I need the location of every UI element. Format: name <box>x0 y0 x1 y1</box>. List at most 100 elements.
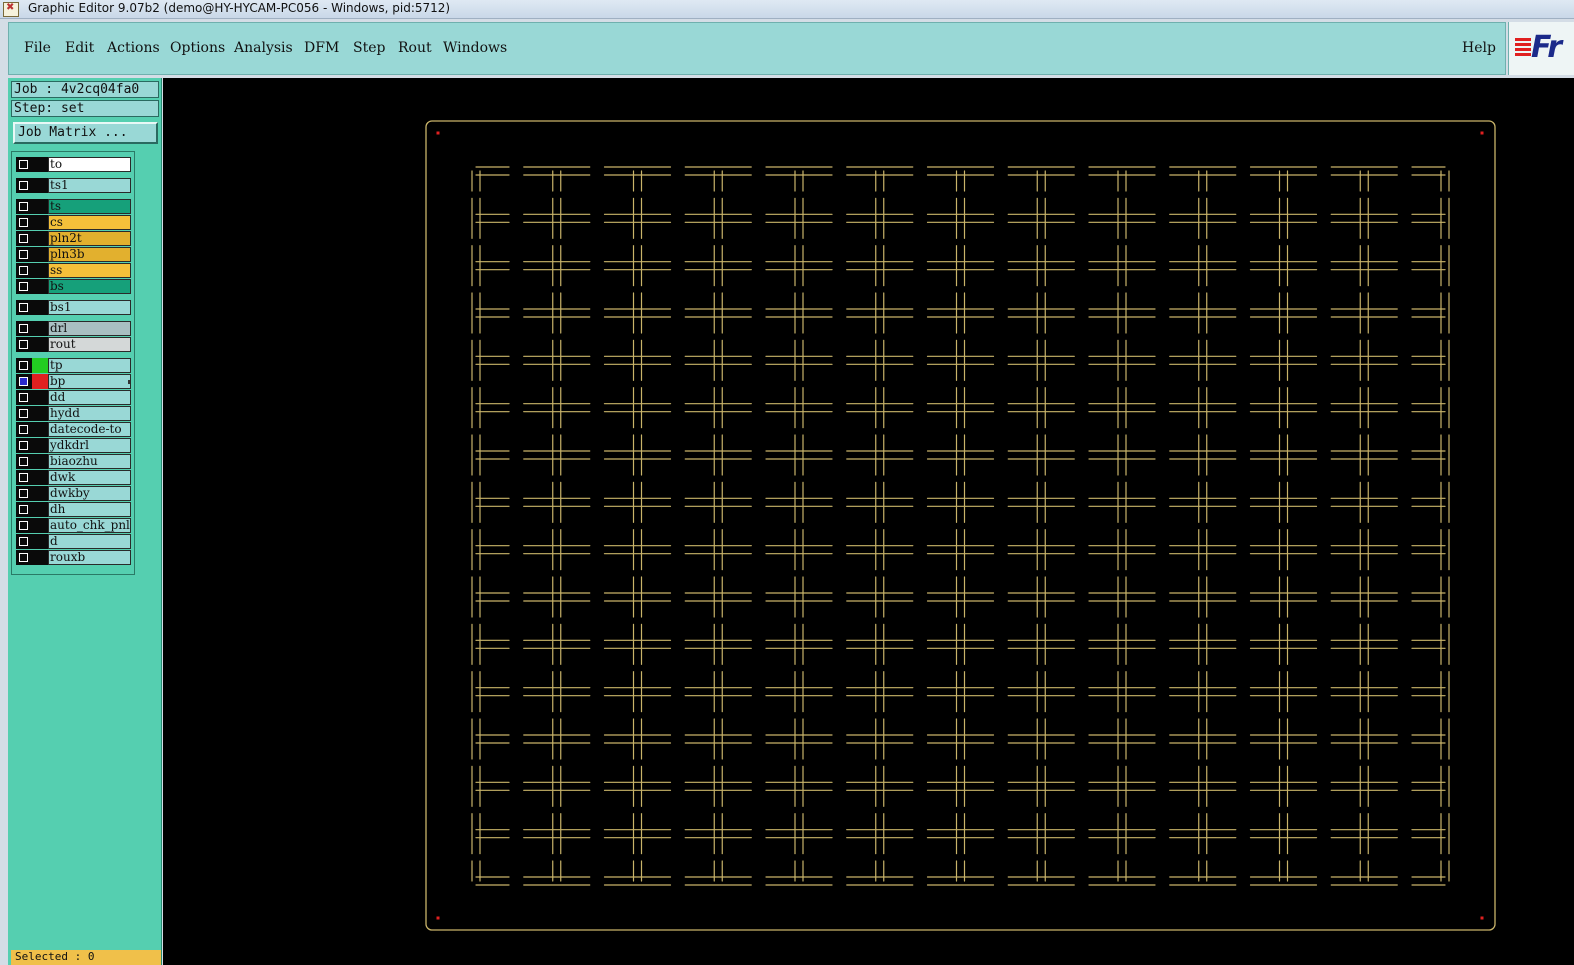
layer-color-swatch[interactable] <box>32 263 48 278</box>
layer-color-swatch[interactable] <box>32 157 48 172</box>
layer-color-swatch[interactable] <box>32 199 48 214</box>
layer-color-swatch[interactable] <box>32 518 48 533</box>
layer-checkbox[interactable] <box>16 502 32 517</box>
menu-file[interactable]: File <box>24 40 51 56</box>
layer-name[interactable]: biaozhu <box>48 454 131 469</box>
layer-checkbox[interactable] <box>16 358 32 373</box>
layer-name[interactable]: bs1 <box>48 300 131 315</box>
layer-name[interactable]: datecode-to <box>48 422 131 437</box>
layer-row-biaozhu[interactable]: biaozhu <box>16 454 135 469</box>
layer-name[interactable]: rout <box>48 337 131 352</box>
layer-row-ydkdrl[interactable]: ydkdrl <box>16 438 135 453</box>
layer-checkbox[interactable] <box>16 438 32 453</box>
layer-color-swatch[interactable] <box>32 422 48 437</box>
layer-row-rouxb[interactable]: rouxb <box>16 550 135 565</box>
layer-color-swatch[interactable] <box>32 454 48 469</box>
menu-dfm[interactable]: DFM <box>304 40 339 56</box>
layer-row-rout[interactable]: rout <box>16 337 135 352</box>
layer-name[interactable]: tp <box>48 358 131 373</box>
layer-name[interactable]: hydd <box>48 406 131 421</box>
layer-checkbox[interactable] <box>16 199 32 214</box>
layer-checkbox[interactable] <box>16 406 32 421</box>
layer-checkbox[interactable] <box>16 534 32 549</box>
layer-checkbox[interactable] <box>16 247 32 262</box>
job-matrix-button[interactable]: Job Matrix ... <box>13 122 158 144</box>
layer-color-swatch[interactable] <box>32 390 48 405</box>
layer-row-cs[interactable]: cs <box>16 215 135 230</box>
layer-name[interactable]: dwkby <box>48 486 131 501</box>
layer-name[interactable]: ts1 <box>48 178 131 193</box>
layer-color-swatch[interactable] <box>32 550 48 565</box>
layer-checkbox[interactable] <box>16 470 32 485</box>
layer-name[interactable]: pln3b <box>48 247 131 262</box>
layer-name[interactable]: bs <box>48 279 131 294</box>
layer-color-swatch[interactable] <box>32 279 48 294</box>
layer-color-swatch[interactable] <box>32 438 48 453</box>
layer-color-swatch[interactable] <box>32 178 48 193</box>
layer-color-swatch[interactable] <box>32 534 48 549</box>
layer-row-dh[interactable]: dh <box>16 502 135 517</box>
layer-row-bs1[interactable]: bs1 <box>16 300 135 315</box>
layer-row-pln3b[interactable]: pln3b <box>16 247 135 262</box>
layer-color-swatch[interactable] <box>32 300 48 315</box>
layer-row-tp[interactable]: tp <box>16 358 135 373</box>
layer-checkbox[interactable] <box>16 454 32 469</box>
layer-color-swatch[interactable] <box>32 337 48 352</box>
layer-color-swatch[interactable] <box>32 406 48 421</box>
layer-name[interactable]: ydkdrl <box>48 438 131 453</box>
layer-name[interactable]: pln2t <box>48 231 131 246</box>
layer-name[interactable]: ts <box>48 199 131 214</box>
layer-color-swatch[interactable] <box>32 247 48 262</box>
layer-name[interactable]: dwk <box>48 470 131 485</box>
layer-checkbox[interactable] <box>16 178 32 193</box>
layer-checkbox[interactable] <box>16 263 32 278</box>
layer-row-ts[interactable]: ts <box>16 199 135 214</box>
layer-color-swatch[interactable] <box>32 215 48 230</box>
layer-row-auto_chk_pnl[interactable]: auto_chk_pnl <box>16 518 135 533</box>
layer-checkbox[interactable] <box>16 231 32 246</box>
layer-name[interactable]: dh <box>48 502 131 517</box>
layer-checkbox[interactable] <box>16 300 32 315</box>
layer-name[interactable]: dd <box>48 390 131 405</box>
layer-name[interactable]: ss <box>48 263 131 278</box>
layer-name[interactable]: to <box>48 157 131 172</box>
layer-row-dwkby[interactable]: dwkby <box>16 486 135 501</box>
layer-name[interactable]: rouxb <box>48 550 131 565</box>
layer-row-bp[interactable]: bp <box>16 374 135 389</box>
menu-help[interactable]: Help <box>1462 40 1496 56</box>
layer-checkbox[interactable] <box>16 550 32 565</box>
layer-checkbox[interactable] <box>16 390 32 405</box>
layer-row-to[interactable]: to <box>16 157 135 172</box>
layer-color-swatch[interactable] <box>32 502 48 517</box>
layer-color-swatch[interactable] <box>32 470 48 485</box>
layer-row-pln2t[interactable]: pln2t <box>16 231 135 246</box>
layer-checkbox[interactable] <box>16 157 32 172</box>
layer-checkbox[interactable] <box>16 215 32 230</box>
layer-color-swatch[interactable] <box>32 358 48 373</box>
menu-windows[interactable]: Windows <box>443 40 507 56</box>
layer-row-dwk[interactable]: dwk <box>16 470 135 485</box>
layer-row-datecode-to[interactable]: datecode-to <box>16 422 135 437</box>
layer-row-bs[interactable]: bs <box>16 279 135 294</box>
layer-color-swatch[interactable] <box>32 231 48 246</box>
layer-checkbox[interactable] <box>16 422 32 437</box>
layer-color-swatch[interactable] <box>32 374 48 389</box>
layer-row-hydd[interactable]: hydd <box>16 406 135 421</box>
menu-actions[interactable]: Actions <box>107 40 160 56</box>
layer-checkbox[interactable] <box>16 486 32 501</box>
layer-row-ss[interactable]: ss <box>16 263 135 278</box>
layer-name[interactable]: bp <box>48 374 131 389</box>
menu-options[interactable]: Options <box>170 40 225 56</box>
layer-name[interactable]: auto_chk_pnl <box>48 518 131 533</box>
menu-rout[interactable]: Rout <box>398 40 432 56</box>
menu-analysis[interactable]: Analysis <box>234 40 293 56</box>
layer-row-dd[interactable]: dd <box>16 390 135 405</box>
layer-name[interactable]: d <box>48 534 131 549</box>
layer-checkbox[interactable] <box>16 518 32 533</box>
layer-checkbox[interactable] <box>16 321 32 336</box>
layer-name[interactable]: cs <box>48 215 131 230</box>
layer-row-ts1[interactable]: ts1 <box>16 178 135 193</box>
layer-checkbox[interactable] <box>16 374 32 389</box>
layer-color-swatch[interactable] <box>32 486 48 501</box>
graphic-canvas[interactable] <box>163 78 1574 965</box>
